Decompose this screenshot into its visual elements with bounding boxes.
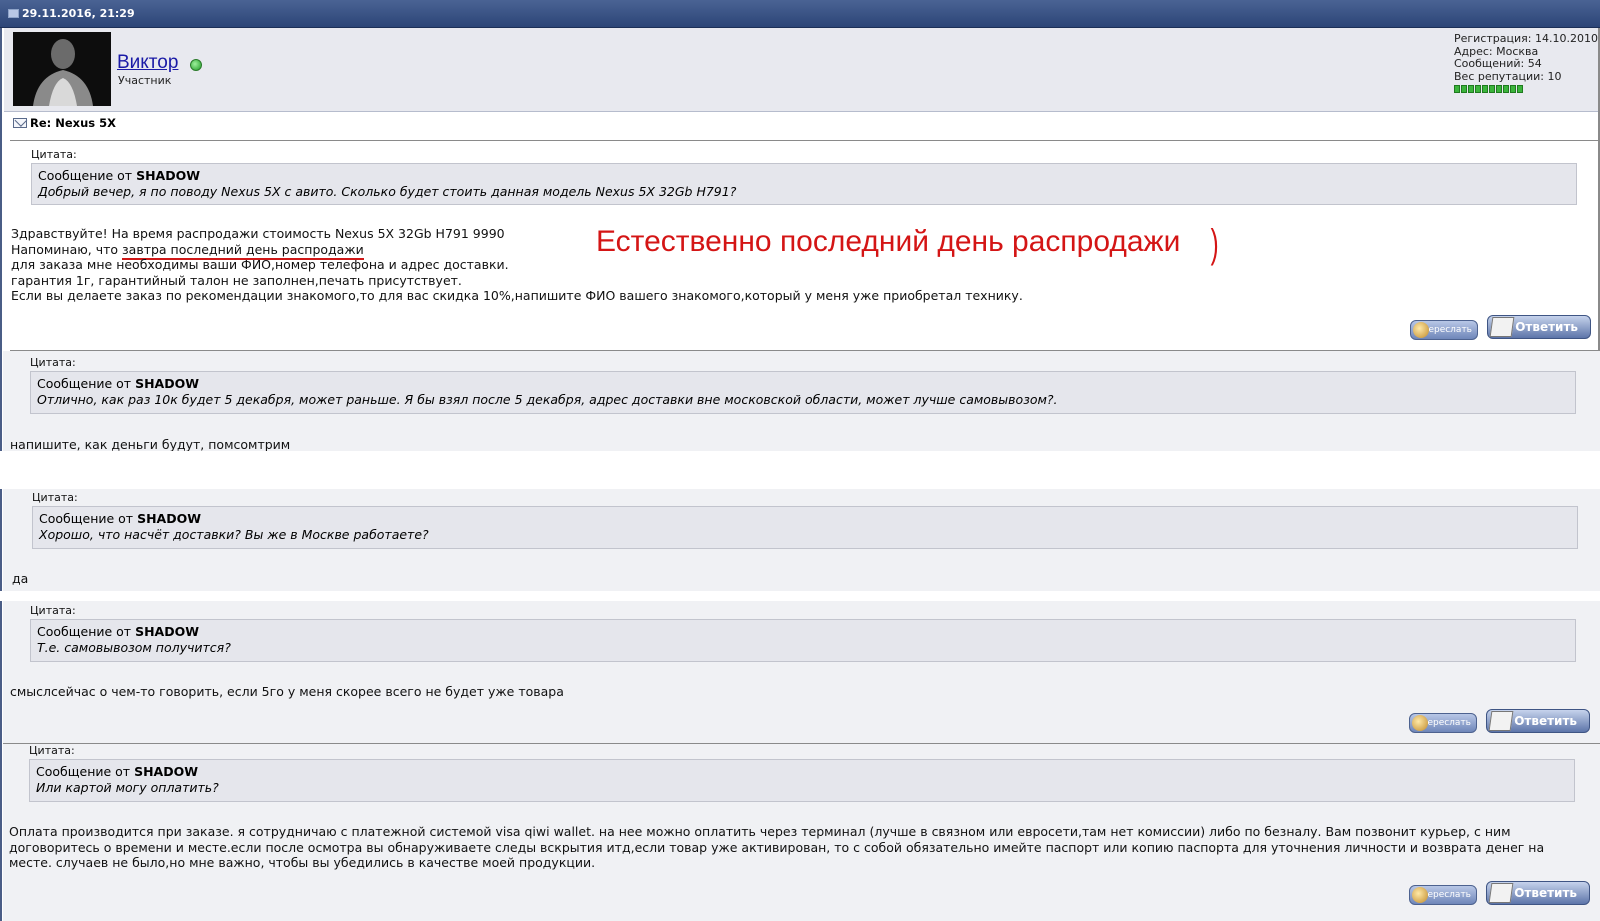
post-header: Виктор Участник Регистрация: 14.10.2010 … — [4, 28, 1600, 112]
forward-button[interactable]: Переслать — [1410, 320, 1478, 340]
user-messages: Сообщений: 54 — [1454, 57, 1542, 70]
post-icon — [8, 9, 19, 18]
quote-text: Т.е. самовывозом получится? — [37, 639, 231, 655]
envelope-icon — [13, 118, 27, 128]
quote-label: Цитата: — [30, 604, 76, 617]
forward-icon — [1412, 715, 1428, 731]
forward-button[interactable]: Переслать — [1409, 885, 1477, 905]
user-stats: Регистрация: 14.10.2010 Адрес: Москва Со… — [1454, 32, 1598, 93]
reply-icon — [1489, 317, 1515, 337]
quote-author-line: Сообщение от SHADOW — [37, 376, 200, 391]
reputation-block — [1468, 85, 1474, 93]
quote-author-line: Сообщение от SHADOW — [36, 764, 199, 779]
forward-button[interactable]: Переслать — [1409, 713, 1477, 733]
reputation-block — [1475, 85, 1481, 93]
reply-icon — [1488, 711, 1514, 731]
reputation-block — [1517, 85, 1523, 93]
username-link[interactable]: Виктор — [117, 52, 178, 74]
post-date: 29.11.2016, 21:29 — [22, 7, 135, 20]
quote-label: Цитата: — [31, 148, 77, 161]
post-subject-text: Re: Nexus 5X — [30, 116, 117, 130]
reputation-block — [1496, 85, 1502, 93]
quote-text: Добрый вечер, я по поводу Nexus 5X с ави… — [38, 183, 737, 199]
reply-text: да — [12, 571, 29, 586]
quote-author: SHADOW — [137, 511, 202, 526]
reply-text: Оплата производится при заказе. я сотруд… — [9, 824, 1545, 870]
user-registration: Регистрация: 14.10.2010 — [1454, 32, 1598, 45]
quote-author: SHADOW — [136, 168, 201, 183]
avatar-image — [13, 32, 111, 106]
quote-block: Сообщение от SHADOW Т.е. самовывозом пол… — [30, 619, 1576, 662]
reply-button[interactable]: Ответить — [1486, 709, 1590, 733]
online-status-icon — [190, 59, 202, 71]
reputation-block — [1489, 85, 1495, 93]
reply-button[interactable]: Ответить — [1487, 315, 1591, 339]
red-annotation: Естественно последний день распродажи — [596, 225, 1181, 258]
reputation-block — [1461, 85, 1467, 93]
user-role: Участник — [118, 74, 172, 87]
reputation-bar — [1454, 85, 1598, 93]
quote-author-line: Сообщение от SHADOW — [39, 511, 202, 526]
quote-author: SHADOW — [134, 764, 199, 779]
quote-author-line: Сообщение от SHADOW — [37, 624, 200, 639]
reputation-block — [1510, 85, 1516, 93]
quote-author: SHADOW — [135, 624, 200, 639]
quote-label: Цитата: — [30, 356, 76, 369]
quote-label: Цитата: — [29, 744, 75, 757]
divider — [10, 140, 1598, 141]
quote-block: Сообщение от SHADOW Хорошо, что насчёт д… — [32, 506, 1578, 549]
avatar[interactable] — [13, 32, 111, 106]
reputation-block — [1503, 85, 1509, 93]
post-date-bar: 29.11.2016, 21:29 — [0, 0, 1600, 28]
reply-icon — [1488, 883, 1514, 903]
reputation-block — [1454, 85, 1460, 93]
post-subject: Re: Nexus 5X — [13, 116, 116, 130]
quote-block: Сообщение от SHADOW Добрый вечер, я по п… — [31, 163, 1577, 205]
reply-text: смыслсейчас о чем-то говорить, если 5го … — [10, 684, 564, 699]
user-reputation: Вес репутации: 10 — [1454, 69, 1562, 83]
gap — [0, 591, 1600, 601]
quote-text: Хорошо, что насчёт доставки? Вы же в Мос… — [39, 526, 429, 542]
quote-author: SHADOW — [135, 376, 200, 391]
quote-text: Или картой могу оплатить? — [36, 779, 219, 795]
quote-block: Сообщение от SHADOW Или картой могу опла… — [29, 759, 1575, 802]
reply-button[interactable]: Ответить — [1486, 881, 1590, 905]
gap — [0, 451, 1600, 489]
quote-text: Отлично, как раз 10к будет 5 декабря, мо… — [37, 391, 1058, 407]
quote-author-line: Сообщение от SHADOW — [38, 168, 201, 183]
quote-label: Цитата: — [32, 491, 78, 504]
red-annotation-paren: ) — [1210, 222, 1219, 266]
forward-icon — [1413, 322, 1429, 338]
forward-icon — [1412, 887, 1428, 903]
reputation-block — [1482, 85, 1488, 93]
quote-block: Сообщение от SHADOW Отлично, как раз 10к… — [30, 371, 1576, 414]
